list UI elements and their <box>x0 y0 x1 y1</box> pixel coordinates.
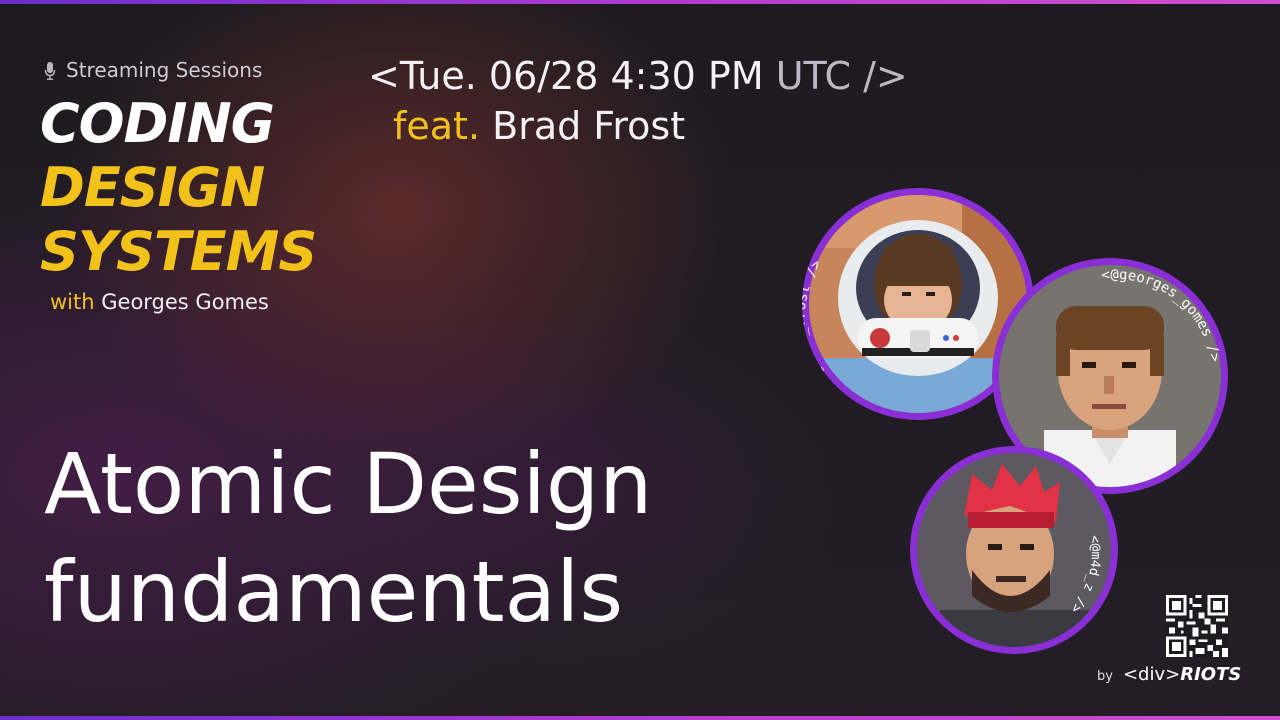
show-title-word: DESIGN <box>40 156 265 219</box>
by-label: by <box>1097 669 1113 684</box>
speaker-avatar-m4d-z: <@m4d_z /> <box>910 446 1118 654</box>
microphone-icon <box>44 61 56 80</box>
show-title-word: CODING <box>40 92 275 155</box>
show-logo: CODING DESIGN SYSTEMS <box>40 92 317 284</box>
guest-name: Brad Frost <box>492 104 686 148</box>
streaming-sessions-kicker: Streaming Sessions <box>44 58 262 82</box>
host-line: with Georges Gomes <box>50 290 269 314</box>
show-title-word: SYSTEMS <box>40 220 317 283</box>
episode-title-line: Atomic Design <box>44 435 653 533</box>
episode-title: Atomic Design fundamentals <box>44 430 652 646</box>
producer-credit: by <div>RIOTS <box>1097 664 1241 685</box>
divriots-logo[interactable]: <div>RIOTS <box>1123 664 1241 685</box>
featured-guest: feat. Brad Frost <box>393 104 685 148</box>
bottom-accent-bar <box>0 716 1280 720</box>
kicker-text: Streaming Sessions <box>66 58 263 82</box>
episode-title-line: fundamentals <box>44 543 624 641</box>
with-word: with <box>50 290 95 314</box>
logo-div: <div> <box>1122 664 1181 685</box>
datetime-timezone: UTC /> <box>775 54 908 98</box>
feat-word: feat. <box>393 104 481 148</box>
qr-code-icon[interactable] <box>1166 595 1228 657</box>
top-accent-bar <box>0 0 1280 4</box>
datetime-main: <Tue. 06/28 4:30 PM <box>368 54 764 98</box>
event-datetime: <Tue. 06/28 4:30 PM UTC /> <box>368 54 908 98</box>
logo-riots: RIOTS <box>1180 664 1242 685</box>
host-name: Georges Gomes <box>101 290 269 314</box>
